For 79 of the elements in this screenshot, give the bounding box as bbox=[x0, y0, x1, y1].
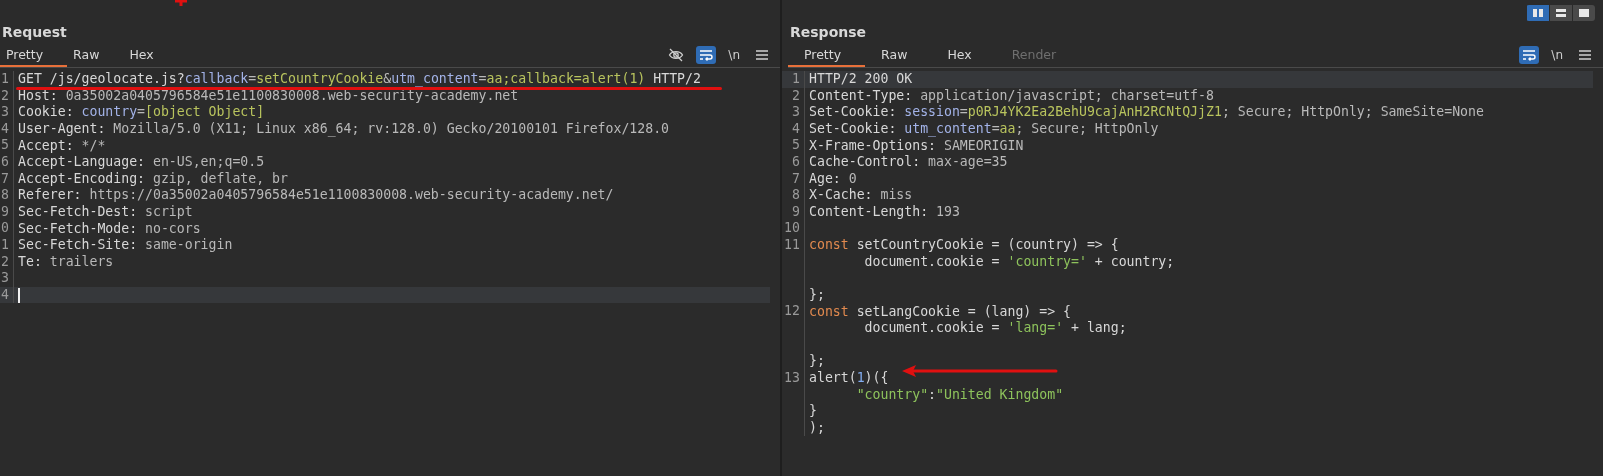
code-line: X-Frame-Options: SAMEORIGIN bbox=[809, 138, 1024, 153]
line-number: 2 bbox=[782, 87, 805, 105]
line-number: 1 bbox=[782, 71, 805, 88]
code-line: document.cookie = 'country=' + country; bbox=[863, 254, 1175, 269]
line-number: 7 bbox=[0, 170, 14, 188]
code-line: GET /js/geolocate.js?callback=setCountryCookie&utm_content=aa;callback=alert(1) HTTP/2 bbox=[18, 72, 701, 87]
line-number: 12 bbox=[782, 303, 805, 320]
line-number: 5 bbox=[0, 137, 14, 154]
code-line: Set-Cookie: utm_content=aa; Secure; HttpOnly bbox=[809, 122, 1159, 137]
code-line: User-Agent: Mozilla/5.0 (X11; Linux x86_64; rv:128.0) Gecko/20100101 Firefox/128.0 bbox=[18, 122, 670, 137]
line-number: 2 bbox=[0, 87, 14, 105]
code-line: Cookie: country=[object Object] bbox=[18, 105, 265, 120]
code-line: }; bbox=[809, 354, 825, 369]
split-rows-icon bbox=[1556, 9, 1566, 17]
single-pane-icon bbox=[1579, 9, 1589, 17]
code-line: Accept-Encoding: gzip, deflate, br bbox=[18, 171, 288, 186]
line-number: 0 bbox=[0, 220, 14, 237]
code-line: Content-Type: application/javascript; charset=utf-8 bbox=[809, 88, 1214, 103]
plus-mark bbox=[174, 0, 188, 7]
line-number: 9 bbox=[782, 203, 805, 221]
layout-button[interactable] bbox=[1550, 5, 1572, 21]
line-number: 2 bbox=[0, 253, 14, 271]
tab[interactable]: Hex bbox=[123, 43, 178, 67]
wrap-icon[interactable] bbox=[696, 46, 717, 64]
tab[interactable]: Hex bbox=[931, 43, 996, 67]
line-number: 4 bbox=[0, 286, 14, 304]
code-line: Host: 0a35002a0405796584e51e1100830008.web-security-academy.net bbox=[18, 88, 519, 103]
code-line: Sec-Fetch-Mode: no-cors bbox=[18, 221, 201, 236]
code-line: HTTP/2 200 OK bbox=[809, 72, 913, 87]
wrap-icon[interactable] bbox=[1519, 46, 1540, 64]
code-line: Age: 0 bbox=[809, 171, 857, 186]
tab[interactable]: Pretty bbox=[788, 43, 866, 67]
code-line: } bbox=[809, 404, 817, 419]
line-number: 8 bbox=[782, 187, 805, 204]
code-line: }; bbox=[809, 288, 825, 302]
code-line: ); bbox=[809, 420, 825, 435]
code-line: Sec-Fetch-Site: same-origin bbox=[18, 238, 233, 253]
tab[interactable]: Raw bbox=[865, 43, 932, 67]
code-line: Referer: https://0a35002a0405796584e51e1100830008.web-security-academy.net/ bbox=[18, 188, 614, 203]
line-number: 3 bbox=[0, 104, 14, 121]
line-number: 1 bbox=[0, 71, 14, 88]
line-number: 6 bbox=[782, 153, 805, 171]
line-number: 6 bbox=[0, 153, 14, 171]
tab[interactable]: Pretty bbox=[0, 43, 68, 67]
line-number: 9 bbox=[0, 203, 14, 221]
line-number: 3 bbox=[0, 270, 14, 287]
line-number: 13 bbox=[782, 369, 805, 387]
line-number: 4 bbox=[0, 120, 14, 138]
code-line: X-Cache: miss bbox=[809, 188, 913, 203]
code-line: Set-Cookie: session=p0RJ4YK2Ea2BehU9cajAnH2RCNtQJjZ1; Secure; HttpOnly; SameSite=None bbox=[809, 105, 1484, 120]
line-number: 5 bbox=[782, 137, 805, 154]
line-number: 4 bbox=[782, 120, 805, 138]
code-line: Accept-Language: en-US,en;q=0.5 bbox=[18, 155, 265, 170]
line-number: 1 bbox=[0, 236, 14, 254]
code-line: Sec-Fetch-Dest: script bbox=[18, 205, 193, 220]
code-line: const setCountryCookie = (country) => { bbox=[809, 238, 1119, 253]
line-number: 3 bbox=[782, 104, 805, 121]
text-cursor bbox=[18, 287, 20, 303]
split-columns-icon bbox=[1533, 9, 1543, 17]
code-line: Te: trailers bbox=[18, 254, 114, 269]
newline-toggle[interactable]: \n bbox=[726, 46, 742, 64]
code-line: Content-Length: 193 bbox=[809, 205, 960, 220]
arrow-icon bbox=[900, 364, 1060, 378]
tab[interactable]: Raw bbox=[67, 43, 124, 67]
line-number: 11 bbox=[782, 236, 805, 254]
code-line: const setLangCookie = (lang) => { bbox=[809, 304, 1071, 319]
panel-title: Response bbox=[789, 23, 868, 42]
layout-button[interactable] bbox=[1573, 5, 1595, 21]
code-line: "country":"United Kingdom" bbox=[855, 387, 1064, 402]
newline-toggle[interactable]: \n bbox=[1549, 46, 1565, 64]
code-line: Accept: */* bbox=[18, 138, 106, 153]
code-line: Cache-Control: max-age=35 bbox=[809, 155, 1008, 170]
layout-button[interactable] bbox=[1527, 5, 1549, 21]
code-line: alert(1)({ bbox=[809, 371, 889, 385]
line-number: 8 bbox=[0, 187, 14, 204]
line-number: 10 bbox=[782, 220, 805, 237]
panel-title: Request bbox=[1, 23, 68, 42]
code-line: document.cookie = 'lang=' + lang; bbox=[863, 321, 1127, 336]
line-number: 7 bbox=[782, 170, 805, 188]
